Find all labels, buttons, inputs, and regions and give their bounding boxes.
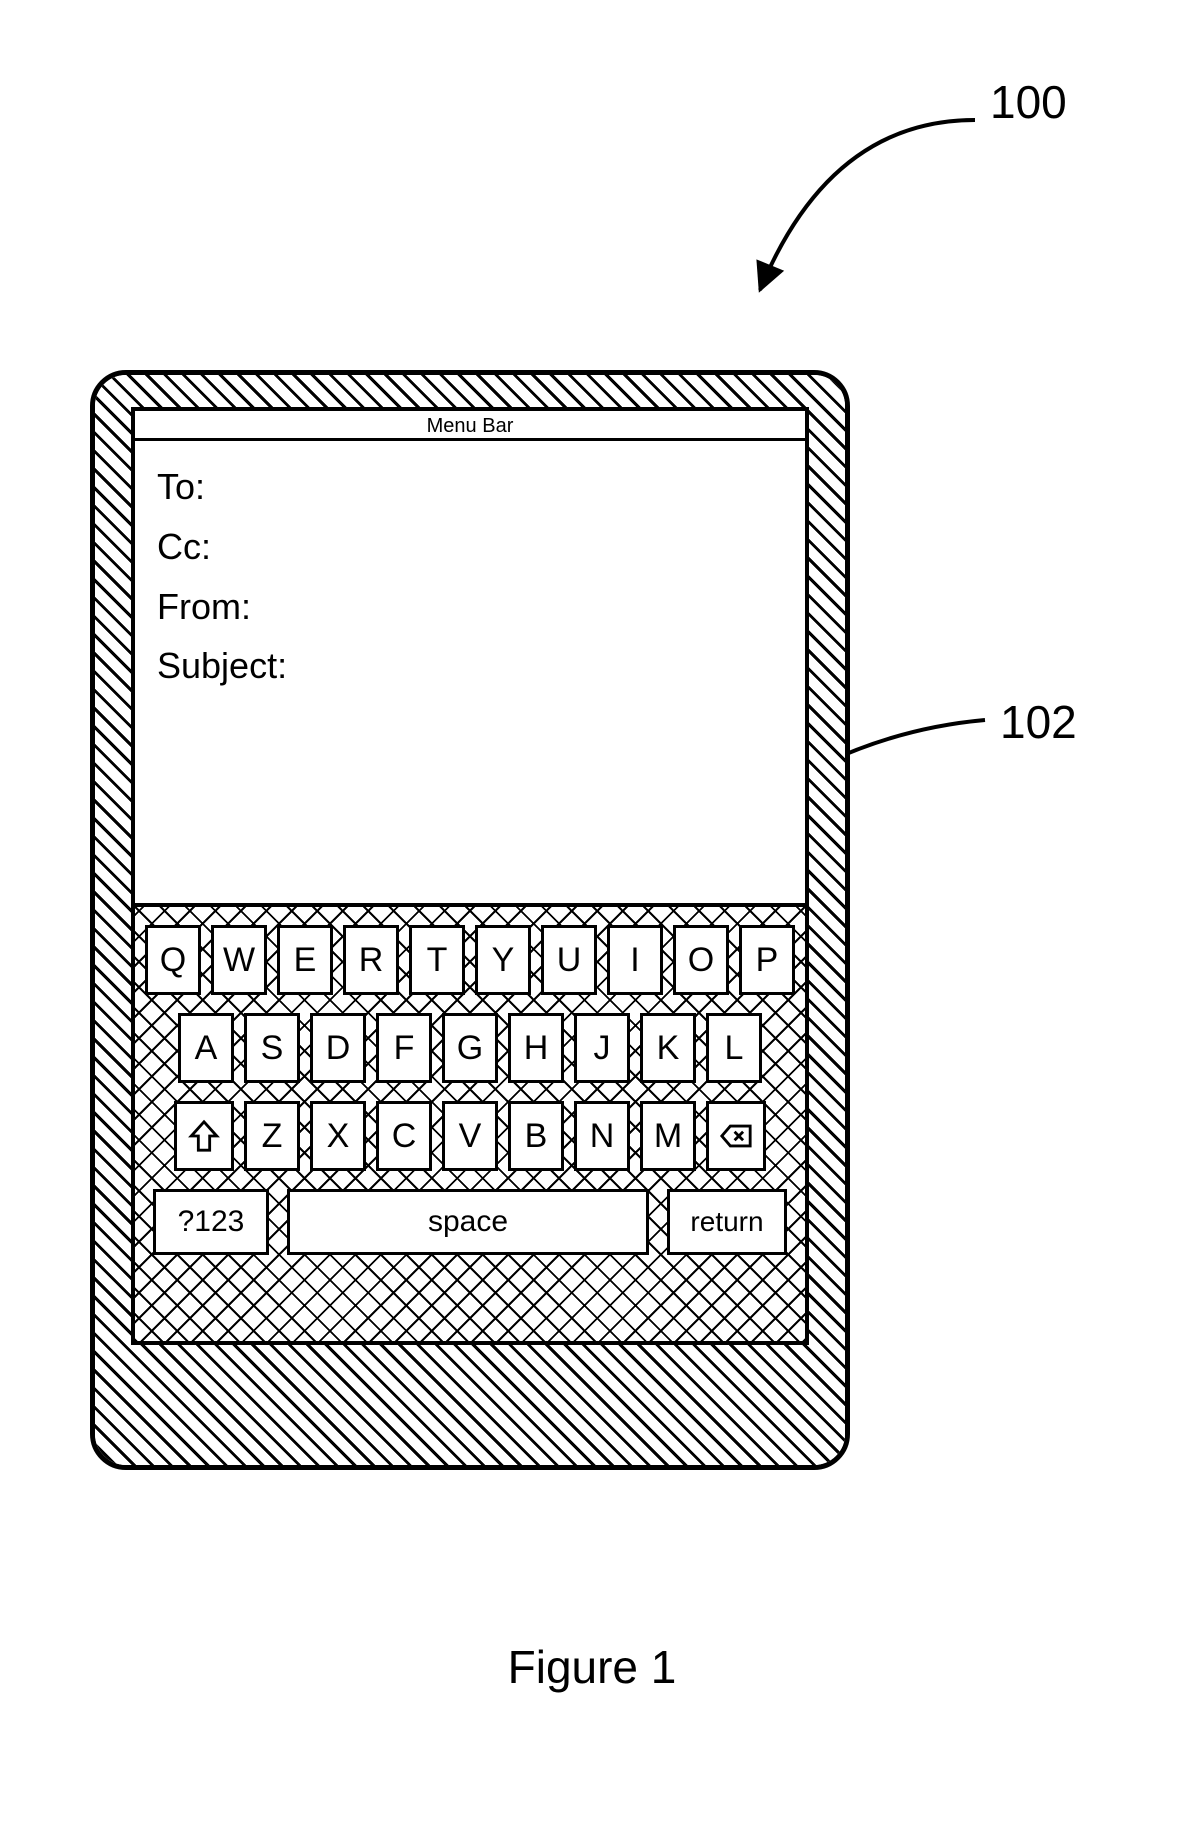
key-c[interactable]: C xyxy=(376,1101,432,1171)
ref-100-label: 100 xyxy=(990,75,1067,129)
key-d[interactable]: D xyxy=(310,1013,366,1083)
key-a[interactable]: A xyxy=(178,1013,234,1083)
ref-102-label: 102 xyxy=(1000,695,1077,749)
key-f[interactable]: F xyxy=(376,1013,432,1083)
key-space[interactable]: space xyxy=(287,1189,649,1255)
keyboard-row-3: Z X C V B N M xyxy=(147,1101,793,1171)
key-m[interactable]: M xyxy=(640,1101,696,1171)
key-x[interactable]: X xyxy=(310,1101,366,1171)
onscreen-keyboard: Q W E R T Y U I O P A S D F G H xyxy=(135,903,805,1341)
device-outline: Menu Bar To: Cc: From: Subject: Q W E R … xyxy=(90,370,850,1470)
figure-caption: Figure 1 xyxy=(0,1640,1184,1694)
key-l[interactable]: L xyxy=(706,1013,762,1083)
key-w[interactable]: W xyxy=(211,925,267,995)
key-v[interactable]: V xyxy=(442,1101,498,1171)
mail-compose-fields: To: Cc: From: Subject: xyxy=(135,441,805,708)
key-p[interactable]: P xyxy=(739,925,795,995)
key-return[interactable]: return xyxy=(667,1189,787,1255)
backspace-icon xyxy=(719,1119,753,1153)
key-numeric[interactable]: ?123 xyxy=(153,1189,269,1255)
key-shift[interactable] xyxy=(174,1101,234,1171)
key-h[interactable]: H xyxy=(508,1013,564,1083)
from-field[interactable]: From: xyxy=(157,579,783,635)
key-t[interactable]: T xyxy=(409,925,465,995)
cc-field[interactable]: Cc: xyxy=(157,519,783,575)
key-backspace[interactable] xyxy=(706,1101,766,1171)
keyboard-row-4: ?123 space return xyxy=(147,1189,793,1255)
keyboard-row-1: Q W E R T Y U I O P xyxy=(147,925,793,995)
shift-icon xyxy=(187,1119,221,1153)
device-screen: Menu Bar To: Cc: From: Subject: Q W E R … xyxy=(131,407,809,1345)
subject-label: Subject: xyxy=(157,645,287,686)
key-s[interactable]: S xyxy=(244,1013,300,1083)
key-q[interactable]: Q xyxy=(145,925,201,995)
key-i[interactable]: I xyxy=(607,925,663,995)
menu-bar-label: Menu Bar xyxy=(427,415,514,437)
from-label: From: xyxy=(157,586,251,627)
to-field[interactable]: To: xyxy=(157,459,783,515)
key-k[interactable]: K xyxy=(640,1013,696,1083)
subject-field[interactable]: Subject: xyxy=(157,638,783,694)
key-o[interactable]: O xyxy=(673,925,729,995)
key-z[interactable]: Z xyxy=(244,1101,300,1171)
mail-body-area[interactable] xyxy=(135,708,805,903)
keyboard-row-2: A S D F G H J K L xyxy=(147,1013,793,1083)
key-u[interactable]: U xyxy=(541,925,597,995)
key-g[interactable]: G xyxy=(442,1013,498,1083)
menu-bar[interactable]: Menu Bar xyxy=(135,411,805,441)
key-n[interactable]: N xyxy=(574,1101,630,1171)
key-e[interactable]: E xyxy=(277,925,333,995)
key-j[interactable]: J xyxy=(574,1013,630,1083)
cc-label: Cc: xyxy=(157,526,211,567)
key-r[interactable]: R xyxy=(343,925,399,995)
key-b[interactable]: B xyxy=(508,1101,564,1171)
key-y[interactable]: Y xyxy=(475,925,531,995)
to-label: To: xyxy=(157,466,205,507)
